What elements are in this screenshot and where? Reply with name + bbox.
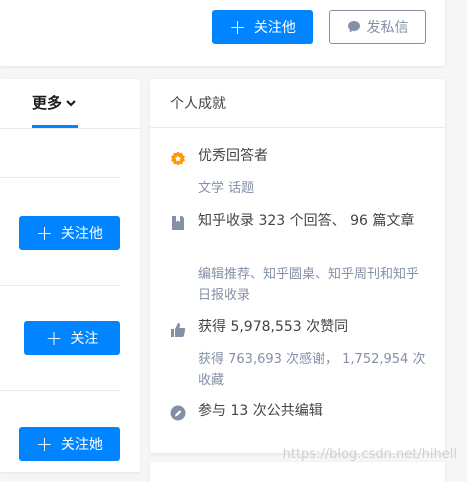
achievement-collected: 知乎收录 323 个回答、 96 篇文章 bbox=[198, 211, 430, 232]
follow-user-label: 关注他 bbox=[61, 223, 103, 243]
follow-button-label: 关注他 bbox=[254, 17, 296, 37]
follow-user-button[interactable]: + 关注他 bbox=[19, 216, 120, 250]
plus-icon: + bbox=[36, 434, 53, 454]
plus-icon: + bbox=[36, 223, 53, 243]
tab-more[interactable]: 更多 bbox=[32, 92, 77, 113]
plus-icon: + bbox=[46, 328, 63, 348]
achievement-title: 优秀回答者 bbox=[198, 146, 430, 167]
achievement-collected-sources: 编辑推荐、知乎圆桌、知乎周刊和知乎日报收录 bbox=[198, 264, 430, 306]
achievements-divider bbox=[150, 127, 445, 128]
list-divider bbox=[0, 390, 120, 391]
list-divider bbox=[0, 285, 120, 286]
tabs-divider bbox=[0, 128, 140, 129]
achievements-title: 个人成就 bbox=[170, 93, 226, 113]
send-message-label: 发私信 bbox=[367, 17, 409, 37]
chat-bubble-icon bbox=[347, 20, 361, 34]
badge-icon bbox=[170, 151, 186, 167]
achievement-upvotes: 获得 5,978,553 次赞同 bbox=[198, 317, 430, 338]
send-message-button[interactable]: 发私信 bbox=[329, 10, 426, 44]
tab-more-label: 更多 bbox=[32, 92, 62, 113]
achievement-topic-link[interactable]: 文学 话题 bbox=[198, 178, 430, 199]
profile-header-card: + 关注他 发私信 bbox=[0, 0, 445, 66]
follow-user-label: 关注她 bbox=[61, 434, 103, 454]
achievement-public-edits: 参与 13 次公共编辑 bbox=[198, 401, 430, 422]
chevron-down-icon bbox=[65, 97, 77, 109]
following-list-card bbox=[0, 79, 140, 472]
next-card bbox=[150, 462, 445, 482]
follow-button[interactable]: + 关注他 bbox=[212, 10, 313, 44]
follow-user-button[interactable]: + 关注她 bbox=[19, 427, 120, 461]
watermark: https://blog.csdn.net/hihell bbox=[283, 447, 457, 462]
plus-icon: + bbox=[229, 17, 246, 37]
follow-user-button[interactable]: + 关注 bbox=[24, 321, 120, 355]
edit-icon bbox=[170, 405, 186, 421]
follow-user-label: 关注 bbox=[70, 328, 98, 348]
list-divider bbox=[0, 177, 120, 178]
thumb-up-icon bbox=[170, 322, 186, 338]
achievement-thanks-favorites: 获得 763,693 次感谢， 1,752,954 次收藏 bbox=[198, 349, 430, 391]
bookmark-icon bbox=[170, 215, 186, 231]
